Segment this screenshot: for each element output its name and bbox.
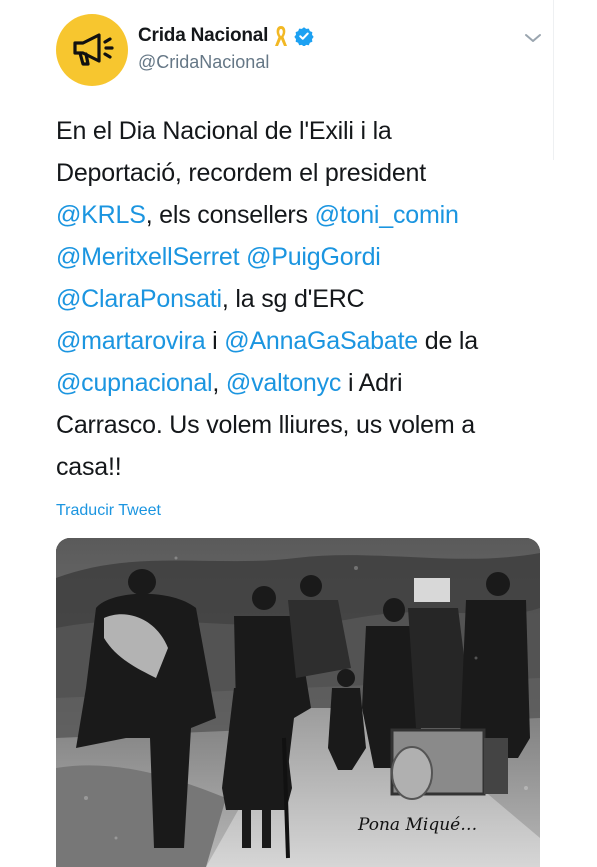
tweet-text-segment: , els consellers bbox=[145, 201, 315, 229]
tweet-line: Deportació, recordem el president bbox=[56, 152, 536, 194]
tweet-line: @martarovira i @AnnaGaSabate de la bbox=[56, 320, 536, 362]
translate-tweet-link[interactable]: Traducir Tweet bbox=[56, 502, 161, 520]
tweet-line: Carrasco. Us volem lliures, us volem a bbox=[56, 404, 536, 446]
yellow-ribbon-icon bbox=[275, 26, 288, 46]
tweet-text-segment: , la sg d'ERC bbox=[221, 285, 365, 313]
photo-signature: Pona Miqué… bbox=[357, 815, 477, 835]
tweet-line: @ClaraPonsati, la sg d'ERC bbox=[56, 278, 536, 320]
tweet-text-segment: , bbox=[212, 369, 226, 397]
tweet-card: Crida Nacional @CridaNacional En el Dia … bbox=[0, 0, 597, 867]
tweet-line: @MeritxellSerret @PuigGordi bbox=[56, 236, 536, 278]
mention-link[interactable]: @toni_comin bbox=[315, 201, 459, 229]
mention-link[interactable]: @martarovira bbox=[56, 327, 206, 355]
tweet-line: @KRLS, els consellers @toni_comin bbox=[56, 194, 536, 236]
mention-link[interactable]: @PuigGordi bbox=[246, 243, 381, 271]
megaphone-icon bbox=[73, 33, 114, 66]
tweet-line: casa!! bbox=[56, 446, 536, 488]
author-avatar[interactable] bbox=[56, 14, 128, 86]
author-display-name[interactable]: Crida Nacional bbox=[138, 25, 268, 47]
tweet-text-segment: Deportació, recordem el president bbox=[56, 159, 426, 187]
author-name-row: Crida Nacional bbox=[138, 24, 314, 48]
tweet-line: @cupnacional, @valtonyc i Adri bbox=[56, 362, 536, 404]
tweet-text-segment: casa!! bbox=[56, 453, 122, 481]
photo-image: Pona Miqué… bbox=[56, 538, 540, 867]
mention-link[interactable]: @ClaraPonsati bbox=[56, 285, 222, 313]
verified-badge-icon bbox=[294, 27, 314, 46]
tweet-text: En el Dia Nacional de l'Exili i la Depor… bbox=[56, 110, 536, 488]
tweet-photo[interactable]: Pona Miqué… bbox=[56, 538, 540, 867]
tweet-text-segment: i Adri bbox=[341, 369, 403, 397]
mention-link[interactable]: @cupnacional bbox=[56, 369, 213, 397]
mention-link[interactable]: @valtonyc bbox=[226, 369, 341, 397]
tweet-text-segment: En el Dia Nacional de l'Exili i la bbox=[56, 117, 392, 145]
tweet-text-segment: Carrasco. Us volem lliures, us volem a bbox=[56, 411, 475, 439]
divider bbox=[553, 0, 554, 160]
mention-link[interactable]: @KRLS bbox=[56, 201, 146, 229]
tweet-text-segment: i bbox=[205, 327, 225, 355]
chevron-down-icon[interactable] bbox=[522, 30, 544, 46]
mention-link[interactable]: @AnnaGaSabate bbox=[224, 327, 418, 355]
mention-link[interactable]: @MeritxellSerret bbox=[56, 243, 240, 271]
tweet-line: En el Dia Nacional de l'Exili i la bbox=[56, 110, 536, 152]
author-handle[interactable]: @CridaNacional bbox=[138, 52, 269, 73]
tweet-text-segment: de la bbox=[418, 327, 478, 355]
